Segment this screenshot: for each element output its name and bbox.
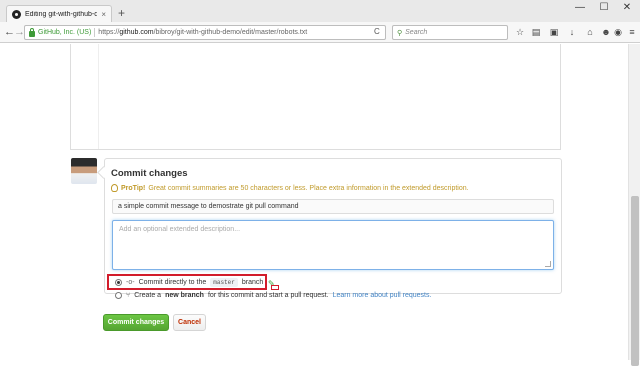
address-bar[interactable]: GitHub, Inc. (US) https://github.com/bib… — [24, 25, 386, 40]
star-icon[interactable]: ☆ — [514, 27, 526, 37]
page-scrollbar[interactable] — [628, 44, 640, 366]
commit-title: Commit changes — [111, 168, 188, 179]
github-favicon-icon — [12, 9, 21, 19]
lock-icon — [29, 27, 35, 37]
url-text[interactable]: https://github.com/bibroy/git-with-githu… — [98, 29, 307, 36]
avatar[interactable] — [71, 158, 97, 184]
new-branch-bold: new branch — [165, 292, 204, 299]
new-branch-option[interactable]: ⑂ Create a new branch for this commit an… — [115, 292, 431, 299]
minimize-button[interactable]: — — [570, 2, 590, 13]
git-branch-icon: ⑂ — [126, 292, 131, 299]
scrollbar-thumb[interactable] — [631, 196, 639, 366]
browser-tab[interactable]: Editing git-with-github-d... × — [6, 5, 112, 22]
learn-more-link[interactable]: Learn more about pull requests. — [333, 292, 432, 299]
protip-text: Great commit summaries are 50 characters… — [148, 184, 469, 192]
lock-box-icon[interactable]: ▣ — [548, 27, 560, 37]
file-editor[interactable] — [70, 44, 561, 150]
close-window-button[interactable]: ✕ — [617, 2, 637, 13]
browser-titlebar: Editing git-with-github-d... × + — ☐ ✕ — [0, 0, 640, 22]
new-tab-button[interactable]: + — [118, 7, 125, 19]
search-placeholder: Search — [405, 29, 428, 36]
commit-summary-input[interactable]: a simple commit message to demostrate gi… — [112, 199, 554, 214]
url-divider — [94, 28, 96, 37]
download-icon[interactable]: ↓ — [566, 27, 578, 37]
protip-label: ProTip! — [121, 184, 146, 192]
home-icon[interactable]: ⌂ — [584, 27, 596, 37]
tab-title: Editing git-with-github-d... — [25, 10, 98, 18]
tab-close-icon[interactable]: × — [101, 10, 106, 19]
annotation-highlight-box — [107, 274, 267, 290]
editor-gutter — [71, 44, 99, 149]
addon-icon[interactable]: ◉ — [612, 27, 624, 37]
cancel-button[interactable]: Cancel — [173, 314, 206, 331]
new-branch-radio[interactable] — [115, 292, 122, 299]
commit-description-input[interactable]: Add an optional extended description... — [112, 220, 554, 270]
annotation-small-box — [271, 285, 279, 290]
chat-icon[interactable]: ☻ — [600, 27, 612, 37]
menu-icon[interactable]: ≡ — [626, 27, 638, 37]
new-branch-suffix: for this commit and start a pull request… — [207, 292, 329, 299]
new-branch-prefix: Create a — [134, 292, 162, 299]
site-identity[interactable]: GitHub, Inc. (US) — [38, 29, 91, 36]
search-bar[interactable]: ⚲ Search — [392, 25, 508, 40]
maximize-button[interactable]: ☐ — [594, 2, 614, 13]
reading-list-icon[interactable]: ▤ — [530, 27, 542, 37]
lightbulb-icon — [111, 184, 118, 192]
reload-button[interactable]: C — [374, 27, 380, 36]
browser-navbar: ← → GitHub, Inc. (US) https://github.com… — [0, 22, 640, 43]
search-icon: ⚲ — [397, 29, 403, 37]
commit-changes-button[interactable]: Commit changes — [103, 314, 169, 331]
protip: ProTip! Great commit summaries are 50 ch… — [111, 184, 469, 192]
